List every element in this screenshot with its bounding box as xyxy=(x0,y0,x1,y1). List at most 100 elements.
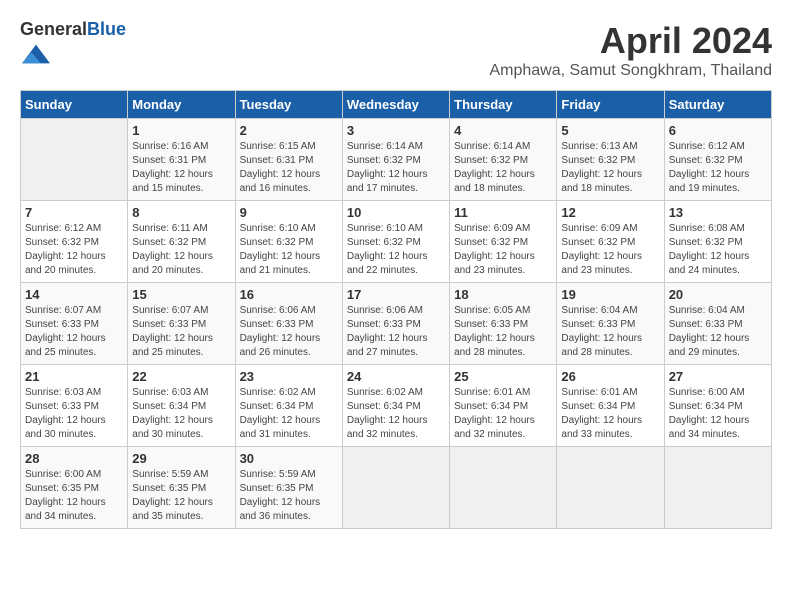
calendar-cell xyxy=(342,447,449,529)
weekday-header-thursday: Thursday xyxy=(450,91,557,119)
day-detail: Sunrise: 6:06 AMSunset: 6:33 PMDaylight:… xyxy=(240,305,321,358)
calendar-cell: 22 Sunrise: 6:03 AMSunset: 6:34 PMDaylig… xyxy=(128,365,235,447)
calendar-cell: 19 Sunrise: 6:04 AMSunset: 6:33 PMDaylig… xyxy=(557,283,664,365)
calendar-cell: 15 Sunrise: 6:07 AMSunset: 6:33 PMDaylig… xyxy=(128,283,235,365)
calendar-cell: 18 Sunrise: 6:05 AMSunset: 6:33 PMDaylig… xyxy=(450,283,557,365)
calendar-cell xyxy=(557,447,664,529)
day-detail: Sunrise: 6:04 AMSunset: 6:33 PMDaylight:… xyxy=(561,305,642,358)
day-number: 26 xyxy=(561,369,659,384)
calendar-cell: 1 Sunrise: 6:16 AMSunset: 6:31 PMDayligh… xyxy=(128,119,235,201)
day-detail: Sunrise: 6:09 AMSunset: 6:32 PMDaylight:… xyxy=(561,223,642,276)
day-number: 19 xyxy=(561,287,659,302)
day-detail: Sunrise: 6:10 AMSunset: 6:32 PMDaylight:… xyxy=(240,223,321,276)
calendar-week-row: 1 Sunrise: 6:16 AMSunset: 6:31 PMDayligh… xyxy=(21,119,772,201)
month-title: April 2024 xyxy=(489,20,772,62)
logo-blue-text: Blue xyxy=(87,19,126,39)
day-detail: Sunrise: 6:06 AMSunset: 6:33 PMDaylight:… xyxy=(347,305,428,358)
weekday-header-wednesday: Wednesday xyxy=(342,91,449,119)
calendar-cell xyxy=(450,447,557,529)
day-detail: Sunrise: 6:03 AMSunset: 6:33 PMDaylight:… xyxy=(25,387,106,440)
logo-icon xyxy=(22,40,50,68)
day-detail: Sunrise: 6:14 AMSunset: 6:32 PMDaylight:… xyxy=(347,141,428,194)
calendar-cell: 21 Sunrise: 6:03 AMSunset: 6:33 PMDaylig… xyxy=(21,365,128,447)
weekday-header-sunday: Sunday xyxy=(21,91,128,119)
calendar-cell xyxy=(21,119,128,201)
day-number: 3 xyxy=(347,123,445,138)
day-detail: Sunrise: 6:12 AMSunset: 6:32 PMDaylight:… xyxy=(669,141,750,194)
day-detail: Sunrise: 6:05 AMSunset: 6:33 PMDaylight:… xyxy=(454,305,535,358)
calendar-cell: 29 Sunrise: 5:59 AMSunset: 6:35 PMDaylig… xyxy=(128,447,235,529)
day-detail: Sunrise: 6:08 AMSunset: 6:32 PMDaylight:… xyxy=(669,223,750,276)
calendar-table: SundayMondayTuesdayWednesdayThursdayFrid… xyxy=(20,90,772,529)
day-detail: Sunrise: 6:01 AMSunset: 6:34 PMDaylight:… xyxy=(561,387,642,440)
day-detail: Sunrise: 6:04 AMSunset: 6:33 PMDaylight:… xyxy=(669,305,750,358)
calendar-week-row: 21 Sunrise: 6:03 AMSunset: 6:33 PMDaylig… xyxy=(21,365,772,447)
day-number: 10 xyxy=(347,205,445,220)
page-header: GeneralBlue April 2024 Amphawa, Samut So… xyxy=(20,20,772,80)
day-number: 28 xyxy=(25,451,123,466)
day-number: 17 xyxy=(347,287,445,302)
day-detail: Sunrise: 6:01 AMSunset: 6:34 PMDaylight:… xyxy=(454,387,535,440)
calendar-cell: 7 Sunrise: 6:12 AMSunset: 6:32 PMDayligh… xyxy=(21,201,128,283)
calendar-cell: 30 Sunrise: 5:59 AMSunset: 6:35 PMDaylig… xyxy=(235,447,342,529)
day-detail: Sunrise: 6:02 AMSunset: 6:34 PMDaylight:… xyxy=(347,387,428,440)
location-subtitle: Amphawa, Samut Songkhram, Thailand xyxy=(489,62,772,80)
logo: GeneralBlue xyxy=(20,20,126,73)
day-number: 18 xyxy=(454,287,552,302)
day-number: 27 xyxy=(669,369,767,384)
calendar-week-row: 14 Sunrise: 6:07 AMSunset: 6:33 PMDaylig… xyxy=(21,283,772,365)
day-number: 22 xyxy=(132,369,230,384)
day-number: 2 xyxy=(240,123,338,138)
logo-general-text: General xyxy=(20,19,87,39)
weekday-header-monday: Monday xyxy=(128,91,235,119)
day-number: 24 xyxy=(347,369,445,384)
day-number: 11 xyxy=(454,205,552,220)
day-detail: Sunrise: 6:13 AMSunset: 6:32 PMDaylight:… xyxy=(561,141,642,194)
weekday-header-saturday: Saturday xyxy=(664,91,771,119)
calendar-cell: 25 Sunrise: 6:01 AMSunset: 6:34 PMDaylig… xyxy=(450,365,557,447)
day-detail: Sunrise: 6:00 AMSunset: 6:34 PMDaylight:… xyxy=(669,387,750,440)
weekday-header-tuesday: Tuesday xyxy=(235,91,342,119)
day-detail: Sunrise: 6:11 AMSunset: 6:32 PMDaylight:… xyxy=(132,223,213,276)
calendar-cell: 20 Sunrise: 6:04 AMSunset: 6:33 PMDaylig… xyxy=(664,283,771,365)
calendar-cell: 26 Sunrise: 6:01 AMSunset: 6:34 PMDaylig… xyxy=(557,365,664,447)
calendar-cell: 4 Sunrise: 6:14 AMSunset: 6:32 PMDayligh… xyxy=(450,119,557,201)
day-detail: Sunrise: 6:10 AMSunset: 6:32 PMDaylight:… xyxy=(347,223,428,276)
calendar-cell: 5 Sunrise: 6:13 AMSunset: 6:32 PMDayligh… xyxy=(557,119,664,201)
day-number: 14 xyxy=(25,287,123,302)
day-detail: Sunrise: 5:59 AMSunset: 6:35 PMDaylight:… xyxy=(240,469,321,522)
calendar-cell: 17 Sunrise: 6:06 AMSunset: 6:33 PMDaylig… xyxy=(342,283,449,365)
day-number: 12 xyxy=(561,205,659,220)
day-detail: Sunrise: 6:14 AMSunset: 6:32 PMDaylight:… xyxy=(454,141,535,194)
day-detail: Sunrise: 6:02 AMSunset: 6:34 PMDaylight:… xyxy=(240,387,321,440)
calendar-cell xyxy=(664,447,771,529)
calendar-cell: 6 Sunrise: 6:12 AMSunset: 6:32 PMDayligh… xyxy=(664,119,771,201)
weekday-header-friday: Friday xyxy=(557,91,664,119)
day-number: 8 xyxy=(132,205,230,220)
day-number: 30 xyxy=(240,451,338,466)
day-detail: Sunrise: 6:15 AMSunset: 6:31 PMDaylight:… xyxy=(240,141,321,194)
calendar-cell: 2 Sunrise: 6:15 AMSunset: 6:31 PMDayligh… xyxy=(235,119,342,201)
day-number: 4 xyxy=(454,123,552,138)
day-number: 6 xyxy=(669,123,767,138)
day-detail: Sunrise: 6:16 AMSunset: 6:31 PMDaylight:… xyxy=(132,141,213,194)
day-number: 21 xyxy=(25,369,123,384)
calendar-cell: 8 Sunrise: 6:11 AMSunset: 6:32 PMDayligh… xyxy=(128,201,235,283)
calendar-cell: 11 Sunrise: 6:09 AMSunset: 6:32 PMDaylig… xyxy=(450,201,557,283)
calendar-cell: 9 Sunrise: 6:10 AMSunset: 6:32 PMDayligh… xyxy=(235,201,342,283)
day-detail: Sunrise: 5:59 AMSunset: 6:35 PMDaylight:… xyxy=(132,469,213,522)
title-block: April 2024 Amphawa, Samut Songkhram, Tha… xyxy=(489,20,772,80)
calendar-cell: 28 Sunrise: 6:00 AMSunset: 6:35 PMDaylig… xyxy=(21,447,128,529)
day-detail: Sunrise: 6:07 AMSunset: 6:33 PMDaylight:… xyxy=(132,305,213,358)
day-detail: Sunrise: 6:09 AMSunset: 6:32 PMDaylight:… xyxy=(454,223,535,276)
day-number: 25 xyxy=(454,369,552,384)
calendar-cell: 12 Sunrise: 6:09 AMSunset: 6:32 PMDaylig… xyxy=(557,201,664,283)
calendar-cell: 14 Sunrise: 6:07 AMSunset: 6:33 PMDaylig… xyxy=(21,283,128,365)
day-detail: Sunrise: 6:12 AMSunset: 6:32 PMDaylight:… xyxy=(25,223,106,276)
calendar-cell: 27 Sunrise: 6:00 AMSunset: 6:34 PMDaylig… xyxy=(664,365,771,447)
day-number: 13 xyxy=(669,205,767,220)
day-number: 23 xyxy=(240,369,338,384)
calendar-cell: 16 Sunrise: 6:06 AMSunset: 6:33 PMDaylig… xyxy=(235,283,342,365)
day-detail: Sunrise: 6:07 AMSunset: 6:33 PMDaylight:… xyxy=(25,305,106,358)
weekday-header-row: SundayMondayTuesdayWednesdayThursdayFrid… xyxy=(21,91,772,119)
